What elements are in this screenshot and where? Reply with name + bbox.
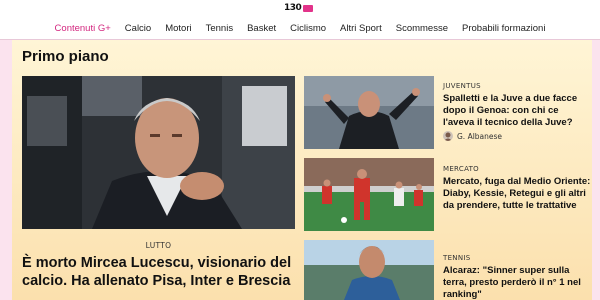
hero-headline[interactable]: È morto Mircea Lucescu, visionario del c… (22, 254, 304, 290)
card-tag-mercato: MERCATO (443, 165, 479, 173)
hero-image[interactable] (22, 76, 295, 229)
card-headline-juventus[interactable]: Spalletti e la Juve a due facce dopo il … (443, 93, 591, 129)
nav-item-calcio[interactable]: Calcio (118, 23, 158, 34)
main-nav: Contenuti G+ Calcio Motori Tennis Basket… (0, 20, 600, 36)
card-headline-mercato[interactable]: Mercato, fuga dal Medio Oriente: Diaby, … (443, 176, 591, 212)
nav-item-scommesse[interactable]: Scommesse (389, 23, 455, 34)
card-photo-coach (304, 76, 434, 149)
nav-item-altri-sport[interactable]: Altri Sport (333, 23, 389, 34)
logo-text: 130 (284, 3, 302, 13)
card-tag-juventus: JUVENTUS (443, 82, 481, 90)
nav-item-tennis[interactable]: Tennis (199, 23, 240, 34)
author-avatar (443, 131, 453, 141)
hero-photo (22, 76, 295, 229)
card-image-mercato[interactable] (304, 158, 434, 231)
hero-tag: LUTTO (145, 241, 172, 250)
primo-piano-section: Primo piano LUTTO È morto Mircea Lucescu… (12, 40, 592, 300)
logo-badge-icon (303, 4, 314, 12)
top-bar: 130 Contenuti G+ Calcio Motori Tennis Ba… (0, 0, 600, 40)
section-title: Primo piano (22, 48, 109, 65)
card-photo-tennis (304, 240, 434, 300)
nav-item-basket[interactable]: Basket (240, 23, 283, 34)
card-image-juventus[interactable] (304, 76, 434, 149)
card-headline-tennis[interactable]: Alcaraz: "Sinner super sulla terra, pres… (443, 265, 591, 300)
nav-item-probabili-formazioni[interactable]: Probabili formazioni (455, 23, 552, 34)
card-author[interactable]: G. Albanese (443, 131, 502, 141)
nav-item-contenuti-gplus[interactable]: Contenuti G+ (48, 23, 118, 34)
nav-item-ciclismo[interactable]: Ciclismo (283, 23, 333, 34)
site-logo[interactable]: 130 (284, 2, 314, 14)
author-name: G. Albanese (457, 131, 503, 141)
card-photo-football (304, 158, 434, 231)
card-image-tennis[interactable] (304, 240, 434, 300)
nav-item-motori[interactable]: Motori (158, 23, 198, 34)
card-tag-tennis: TENNIS (443, 254, 471, 262)
